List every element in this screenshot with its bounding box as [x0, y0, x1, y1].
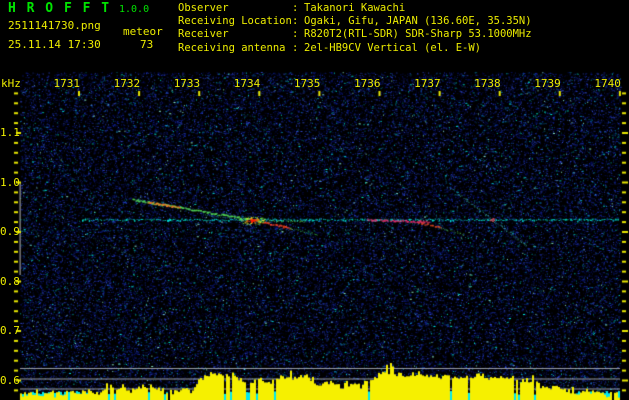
time-tick-label: 1733 — [170, 78, 200, 90]
output-filename: 2511141730.png — [8, 20, 101, 32]
time-tick-label: 1732 — [110, 78, 140, 90]
info-row: Observer:Takanori Kawachi — [178, 2, 532, 15]
y-axis-unit-label: kHz — [1, 78, 21, 90]
freq-tick-label: 0.7 — [0, 325, 17, 337]
time-tick-label: 1734 — [230, 78, 260, 90]
freq-tick-label: 1.1 — [0, 127, 17, 139]
info-colon: : — [292, 2, 304, 15]
time-tick-label: 1735 — [290, 78, 320, 90]
info-value: Ogaki, Gifu, JAPAN (136.60E, 35.35N) — [304, 15, 532, 28]
datetime-label: 25.11.14 17:30 — [8, 39, 101, 51]
info-value: 2el-HB9CV Vertical (el. E-W) — [304, 42, 481, 55]
info-colon: : — [292, 42, 304, 55]
info-row: Receiving antenna:2el-HB9CV Vertical (el… — [178, 42, 532, 55]
time-tick-label: 1731 — [50, 78, 80, 90]
time-tick-label: 1738 — [471, 78, 501, 90]
freq-tick-label: 0.8 — [0, 276, 17, 288]
info-label: Receiving Location — [178, 15, 292, 28]
info-row: Receiver:R820T2(RTL-SDR) SDR-Sharp 53.10… — [178, 28, 532, 41]
info-label: Receiver — [178, 28, 292, 41]
time-tick-label: 1736 — [351, 78, 381, 90]
freq-tick-label: 0.6 — [0, 375, 17, 387]
hrofft-output-screen: H R O F F T 1.0.0 2511141730.png meteor … — [0, 0, 629, 400]
spectrogram-canvas — [0, 0, 629, 400]
info-label: Observer — [178, 2, 292, 15]
receiver-info-block: Observer:Takanori KawachiReceiving Locat… — [178, 2, 532, 55]
app-version: 1.0.0 — [119, 4, 149, 15]
freq-tick-label: 1.0 — [0, 177, 17, 189]
time-tick-label: 1739 — [531, 78, 561, 90]
info-label: Receiving antenna — [178, 42, 292, 55]
app-title: H R O F F T — [8, 2, 111, 15]
time-tick-label: 1737 — [411, 78, 441, 90]
mode-label: meteor — [123, 26, 163, 38]
echo-count: 73 — [140, 39, 153, 51]
freq-tick-label: 0.9 — [0, 226, 17, 238]
info-value: R820T2(RTL-SDR) SDR-Sharp 53.1000MHz — [304, 28, 532, 41]
info-colon: : — [292, 28, 304, 41]
time-tick-label: 1740 — [591, 78, 621, 90]
info-row: Receiving Location:Ogaki, Gifu, JAPAN (1… — [178, 15, 532, 28]
info-value: Takanori Kawachi — [304, 2, 405, 15]
info-colon: : — [292, 15, 304, 28]
